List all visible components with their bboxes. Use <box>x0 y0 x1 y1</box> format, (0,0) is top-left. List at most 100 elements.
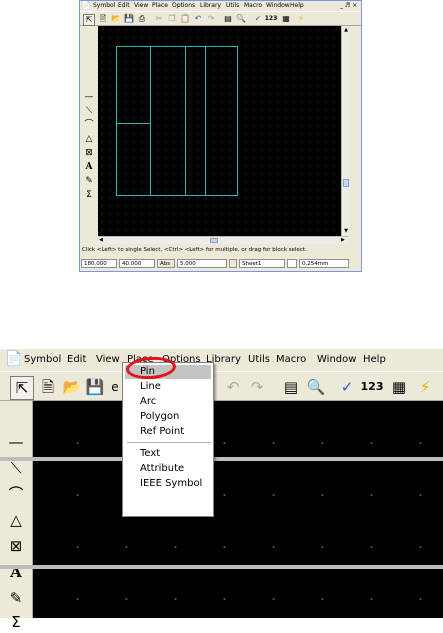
save-icon[interactable]: 💾 <box>84 376 106 398</box>
menu-macro[interactable]: Macro <box>276 354 306 365</box>
thumb-menu-help[interactable]: Help <box>290 2 304 9</box>
attribute-tool-icon[interactable]: ✎ <box>83 176 95 187</box>
sheet-select[interactable]: Sheet1 <box>239 259 285 268</box>
scroll-right-icon[interactable]: ▶ <box>341 237 347 244</box>
thumb-menubar: 📄 Symbol Edit View Place Options Library… <box>80 1 361 11</box>
thumb-menu-utils[interactable]: Utils <box>226 2 239 9</box>
symbol-outline[interactable] <box>116 46 238 196</box>
place-menu-polygon[interactable]: Polygon <box>140 411 179 422</box>
thumbnail-window: 📄 Symbol Edit View Place Options Library… <box>79 0 362 272</box>
place-menu-arc[interactable]: Arc <box>140 396 156 407</box>
place-menu-ieee-symbol[interactable]: IEEE Symbol <box>140 478 202 489</box>
lightning-icon[interactable]: ⚡ <box>296 14 306 24</box>
thumb-drawing-canvas[interactable] <box>98 26 341 236</box>
check-icon[interactable]: ✓ <box>336 376 358 398</box>
paste-icon[interactable]: 📋 <box>180 14 190 24</box>
scroll-down-icon[interactable]: ▼ <box>343 228 349 234</box>
polygon-tool-icon[interactable]: △ <box>5 509 27 531</box>
save-icon[interactable]: 💾 <box>124 14 134 24</box>
pin-tool-icon[interactable]: — <box>5 431 27 453</box>
box-tool-icon[interactable]: ⊠ <box>5 535 27 557</box>
ruler-icon[interactable]: ▤ <box>280 376 302 398</box>
arc-tool-icon[interactable]: ⌒ <box>83 120 95 131</box>
select-arrow-icon[interactable]: ⇱ <box>10 376 34 400</box>
thumb-menu-library[interactable]: Library <box>200 2 221 9</box>
menu-symbol[interactable]: Symbol <box>24 354 61 365</box>
symbol-divider <box>205 46 206 196</box>
ruler-icon[interactable]: ▤ <box>223 14 233 24</box>
vertical-scrollbar[interactable]: ▲ ▼ <box>341 26 349 236</box>
ieee-symbol-icon[interactable]: Σ <box>83 190 95 201</box>
numbering-button[interactable]: 123 <box>359 376 385 398</box>
attribute-tool-icon[interactable]: ✎ <box>5 587 27 609</box>
zoom-icon[interactable]: 🔍 <box>305 376 327 398</box>
arc-tool-icon[interactable]: ⌒ <box>5 483 27 505</box>
menu-view[interactable]: View <box>96 354 120 365</box>
new-file-icon[interactable]: 🗎 <box>37 376 59 398</box>
numbering-button[interactable]: 123 <box>264 14 278 24</box>
y-coordinate-field: 40.000 <box>119 259 155 268</box>
box-tool-icon[interactable]: ⊠ <box>83 148 95 159</box>
copy-icon[interactable]: ❐ <box>167 14 177 24</box>
redo-icon[interactable]: ↷ <box>246 376 268 398</box>
menu-window[interactable]: Window <box>317 354 356 365</box>
select-arrow-icon[interactable]: ⇱ <box>83 14 95 26</box>
line-width-select[interactable]: 0.254mm <box>299 259 349 268</box>
undo-icon[interactable]: ↶ <box>222 376 244 398</box>
check-icon[interactable]: ✓ <box>253 14 263 24</box>
thumb-menu-options[interactable]: Options <box>172 2 195 9</box>
grid-size-select[interactable]: 5.000 <box>177 259 227 268</box>
symbol-divider <box>116 123 150 124</box>
thumb-menu-view[interactable]: View <box>134 2 148 9</box>
place-menu-dropdown: Pin Line Arc Polygon Ref Point Text Attr… <box>122 362 214 517</box>
overlay-stripe <box>0 565 443 569</box>
menu-utils[interactable]: Utils <box>248 354 270 365</box>
horizontal-scroll-thumb[interactable] <box>210 238 218 243</box>
menu-help[interactable]: Help <box>363 354 386 365</box>
symbol-divider <box>150 46 151 196</box>
zoom-icon[interactable]: 🔍 <box>236 14 246 24</box>
thumb-toolbar: ⇱ 🗎 📂 💾 ⎙ ✂ ❐ 📋 ↶ ↷ ▤ 🔍 ✓ 123 ▦ ⚡ <box>80 11 361 26</box>
app-symbol-icon[interactable]: 📄 <box>5 351 22 367</box>
undo-icon[interactable]: ↶ <box>193 14 203 24</box>
cut-icon[interactable]: ✂ <box>154 14 164 24</box>
color-swatch[interactable] <box>287 259 297 268</box>
calculator-icon[interactable]: ▦ <box>281 14 291 24</box>
scroll-up-icon[interactable]: ▲ <box>343 27 349 33</box>
polygon-tool-icon[interactable]: △ <box>83 134 95 145</box>
calculator-icon[interactable]: ▦ <box>388 376 410 398</box>
app-symbol-icon[interactable]: 📄 <box>81 1 91 10</box>
x-coordinate-field: 180.000 <box>81 259 117 268</box>
line-tool-icon[interactable]: ⟍ <box>83 106 95 117</box>
menu-edit[interactable]: Edit <box>67 354 86 365</box>
grid-icon[interactable] <box>229 259 237 268</box>
thumb-menu-macro[interactable]: Macro <box>244 2 262 9</box>
text-tool-icon[interactable]: A <box>83 162 95 173</box>
thumb-tool-palette: — ⟍ ⌒ △ ⊠ A ✎ Σ <box>80 26 98 251</box>
zoom-drawing-canvas[interactable] <box>33 401 443 618</box>
place-menu-line[interactable]: Line <box>140 381 161 392</box>
pin-tool-icon[interactable]: — <box>83 92 95 103</box>
redo-icon[interactable]: ↷ <box>206 14 216 24</box>
thumb-menu-place[interactable]: Place <box>152 2 168 9</box>
scroll-left-icon[interactable]: ◀ <box>99 237 105 244</box>
place-menu-text[interactable]: Text <box>140 448 160 459</box>
thumb-menu-edit[interactable]: Edit <box>118 2 130 9</box>
horizontal-scrollbar[interactable]: ◀ ▶ <box>98 236 349 244</box>
place-menu-ref-point[interactable]: Ref Point <box>140 426 184 437</box>
open-folder-icon[interactable]: 📂 <box>111 14 121 24</box>
ieee-symbol-icon[interactable]: Σ <box>5 611 27 633</box>
place-menu-attribute[interactable]: Attribute <box>140 463 184 474</box>
vertical-scroll-thumb[interactable] <box>343 179 349 187</box>
lightning-icon[interactable]: ⚡ <box>414 376 436 398</box>
zoom-toolbar: ⇱ 🗎 📂 💾 e ↶ ↷ ▤ 🔍 ✓ 123 ▦ ⚡ <box>0 371 443 401</box>
abs-toggle-button[interactable]: Abs <box>157 259 175 268</box>
print-icon[interactable]: ⎙ <box>137 14 147 24</box>
status-message: Click <Left> to single Select, <Ctrl> <L… <box>82 247 307 253</box>
window-controls[interactable]: _ ♬ × <box>340 2 357 9</box>
thumb-status-bar: 180.000 40.000 Abs 5.000 Sheet1 0.254mm <box>80 257 361 271</box>
thumb-menu-window[interactable]: Window <box>266 2 290 9</box>
open-folder-icon[interactable]: 📂 <box>61 376 83 398</box>
thumb-menu-symbol[interactable]: Symbol <box>93 2 115 9</box>
new-file-icon[interactable]: 🗎 <box>98 14 108 24</box>
